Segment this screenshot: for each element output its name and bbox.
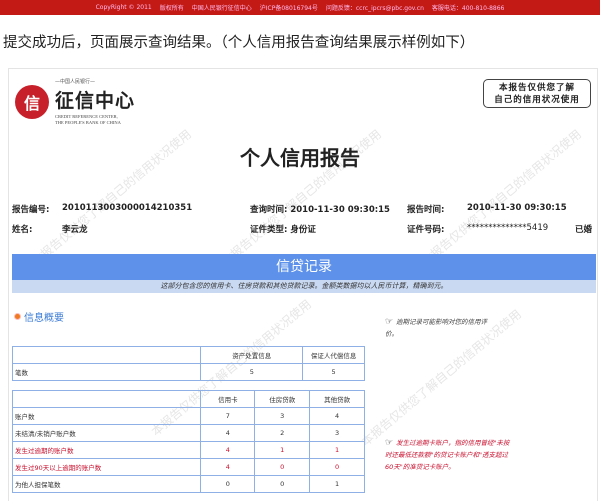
table-cell: 0 xyxy=(254,458,311,476)
table-cell xyxy=(11,390,202,408)
id-no: **************5419 xyxy=(467,223,549,233)
logo-top: —中国人民银行— xyxy=(55,79,96,85)
summary-heading: 信息概要 xyxy=(14,309,64,324)
table-cell: 住房贷款 xyxy=(254,390,311,408)
icp[interactable]: 沪ICP备08016794号 xyxy=(260,3,318,12)
org: 中国人民银行征信中心 xyxy=(191,5,252,12)
table-row: 发生过90天以上逾期的账户数 4 0 0 xyxy=(11,458,365,476)
hotline: 客服电话：400-810-8866 xyxy=(431,5,505,12)
table-cell: 2 xyxy=(254,424,311,442)
feedback[interactable]: 问题反馈：ccrc_ipcrs@pbc.gov.cn xyxy=(326,3,424,12)
account-table: 信用卡 住房贷款 其他贷款 账户数 7 3 4 未结清/未销户账户数 4 2 3 发生过逾期的账户数 4… xyxy=(11,390,365,493)
name-label: 姓名: xyxy=(12,225,33,235)
stamp-line1: 本报告仅供您了解 xyxy=(498,83,575,93)
table-cell: 0 xyxy=(254,475,311,493)
table-cell: 4 xyxy=(309,407,365,425)
table-row: 笔数 5 5 xyxy=(11,363,365,381)
table-cell: 3 xyxy=(309,424,365,442)
table-cell: 4 xyxy=(200,441,256,459)
summary-title: 信息概要 xyxy=(24,313,64,324)
logo-en2: THE PEOPLE'S BANK OF CHINA xyxy=(55,120,121,125)
table-row: 未结清/未销户账户数 4 2 3 xyxy=(11,424,365,442)
report-time: 2010-11-30 09:30:15 xyxy=(467,203,567,213)
table-cell: 其他贷款 xyxy=(309,390,365,408)
table-cell: 为他人担保笔数 xyxy=(11,475,202,493)
copyright: CopyRight © 2011 xyxy=(95,4,152,11)
report-no-label: 报告编号: xyxy=(12,205,50,215)
table-cell: 发生过逾期的账户数 xyxy=(11,441,202,459)
table-header: 信用卡 住房贷款 其他贷款 xyxy=(11,390,365,408)
table-cell: 4 xyxy=(200,424,256,442)
table-row: 账户数 7 3 4 xyxy=(11,407,365,425)
report-time-label: 报告时间: xyxy=(407,205,445,215)
table-cell: 发生过90天以上逾期的账户数 xyxy=(11,458,202,476)
logo-name: 征信中心 xyxy=(55,90,136,112)
section-title: 信贷记录 xyxy=(12,254,596,280)
note-overdue: ☞ 逾期记录可能影响对您的信用评价。 xyxy=(385,316,495,340)
table-cell: 4 xyxy=(200,458,256,476)
table-cell: 0 xyxy=(309,458,365,476)
table-header: 资产处置信息 保证人代偿信息 xyxy=(11,346,365,364)
table-cell: 1 xyxy=(254,441,311,459)
table-cell: 账户数 xyxy=(11,407,202,425)
rights: 版权所有 xyxy=(159,5,184,12)
table-row: 为他人担保笔数 0 0 1 xyxy=(11,475,365,493)
pointing-hand-icon: ☞ xyxy=(385,438,396,448)
pointing-hand-icon: ☞ xyxy=(385,317,396,327)
id-no-label: 证件号码: xyxy=(407,225,445,235)
table-cell: 7 xyxy=(200,407,256,425)
name-value: 李云龙 xyxy=(62,225,88,235)
table-cell: 1 xyxy=(309,475,365,493)
table-cell: 1 xyxy=(309,441,365,459)
marital-status: 已婚 xyxy=(575,225,593,235)
usage-stamp: 本报告仅供您了解 自己的信用状况使用 xyxy=(483,79,591,108)
table-cell: 信用卡 xyxy=(200,390,256,408)
asset-table: 资产处置信息 保证人代偿信息 笔数 5 5 xyxy=(11,346,365,381)
table-cell: 3 xyxy=(254,407,311,425)
credit-center-seal-logo: 信 xyxy=(15,85,49,119)
footer-bar: CopyRight © 2011 版权所有 中国人民银行征信中心 沪ICP备08… xyxy=(0,0,600,15)
note2-text: 发生过逾期卡账户，指的信用曾经"未按时还最低还款额"的贷记卡账户和"透支超过60… xyxy=(385,439,510,471)
bullet-icon xyxy=(14,313,21,320)
table-cell: 未结清/未销户账户数 xyxy=(11,424,202,442)
intro-text: 提交成功后，页面展示查询结果。（个人信用报告查询结果展示样例如下） xyxy=(3,35,475,51)
note-overdue-accounts: ☞ 发生过逾期卡账户，指的信用曾经"未按时还最低还款额"的贷记卡账户和"透支超过… xyxy=(385,437,510,473)
stamp-line2: 自己的信用状况使用 xyxy=(494,95,580,105)
section-subtitle: 这部分包含您的信用卡、住房贷款和其他贷款记录。金额类数据均以人民币计算，精确到元… xyxy=(12,280,596,293)
query-time: 查询时间: 2010-11-30 09:30:15 xyxy=(250,205,390,215)
id-type: 证件类型: 身份证 xyxy=(250,225,316,235)
report-title: 个人信用报告 xyxy=(240,146,360,170)
table-row: 发生过逾期的账户数 4 1 1 xyxy=(11,441,365,459)
logo-en1: CREDIT REFERENCE CENTER, xyxy=(55,114,118,119)
report-no: 2010113003000014210351 xyxy=(62,203,193,213)
note1-text: 逾期记录可能影响对您的信用评价。 xyxy=(385,318,487,338)
table-cell: 0 xyxy=(200,475,256,493)
